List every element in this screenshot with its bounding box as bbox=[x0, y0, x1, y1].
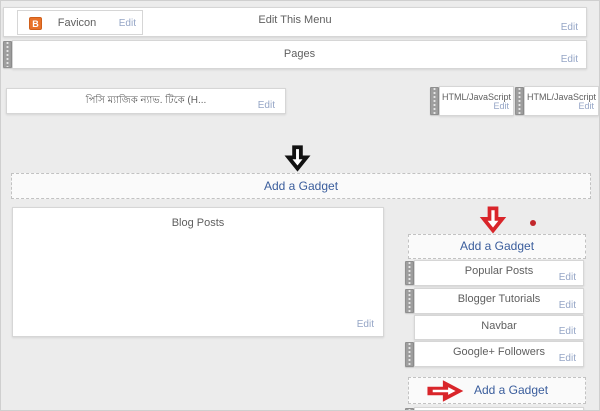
navbar-edit-link[interactable]: Edit bbox=[559, 326, 576, 337]
blogger-tutorials-edit-link[interactable]: Edit bbox=[559, 300, 576, 311]
blog-posts-edit-link[interactable]: Edit bbox=[357, 319, 374, 330]
popular-posts-edit-link[interactable]: Edit bbox=[559, 272, 576, 283]
html-widget-1[interactable]: HTML/JavaScript Edit bbox=[439, 86, 514, 116]
nav-widget-edit-link[interactable]: Edit bbox=[258, 100, 275, 111]
nav-widget[interactable]: পিসি ম্যাজিক ন্যাভ. টিকে (H... Edit bbox=[6, 88, 286, 114]
html-widget-2-drag-handle[interactable] bbox=[515, 87, 524, 115]
black-down-arrow-icon bbox=[284, 145, 311, 172]
pages-drag-handle[interactable] bbox=[3, 41, 12, 68]
blog-posts-title: Blog Posts bbox=[171, 217, 225, 229]
popular-posts-widget[interactable]: Popular Posts Edit bbox=[414, 260, 584, 286]
blogger-tutorials-drag-handle[interactable] bbox=[405, 289, 414, 313]
google-plus-followers-widget[interactable]: Google+ Followers Edit bbox=[414, 341, 584, 367]
blogger-layout-editor: Edit This Menu Edit B Favicon Edit Pages… bbox=[0, 0, 600, 411]
html-widget-2-edit-link[interactable]: Edit bbox=[578, 101, 594, 111]
header-menu-section[interactable]: Edit This Menu Edit B Favicon Edit bbox=[3, 7, 587, 37]
favicon-edit-link[interactable]: Edit bbox=[119, 18, 136, 29]
favicon-widget-title: Favicon bbox=[57, 17, 97, 29]
blog-posts-widget[interactable]: Blog Posts Edit bbox=[12, 207, 384, 337]
partial-widget[interactable] bbox=[414, 407, 584, 410]
main-add-gadget-box[interactable]: Add a Gadget bbox=[11, 173, 591, 199]
html-widget-2[interactable]: HTML/JavaScript Edit bbox=[524, 86, 599, 116]
html-widget-1-edit-link[interactable]: Edit bbox=[493, 101, 509, 111]
sidebar-add-gadget-top-link[interactable]: Add a Gadget bbox=[460, 239, 534, 253]
sidebar-add-gadget-top-box[interactable]: Add a Gadget bbox=[408, 234, 586, 259]
pages-edit-link[interactable]: Edit bbox=[561, 54, 578, 65]
header-menu-edit-link[interactable]: Edit bbox=[561, 22, 578, 33]
sidebar-add-gadget-bottom-link[interactable]: Add a Gadget bbox=[474, 383, 548, 397]
red-right-arrow-icon bbox=[427, 380, 464, 402]
pages-widget-title: Pages bbox=[283, 48, 316, 60]
red-dot-annotation bbox=[530, 220, 536, 226]
blogger-b-icon: B bbox=[29, 17, 42, 30]
google-plus-followers-edit-link[interactable]: Edit bbox=[559, 353, 576, 364]
favicon-widget[interactable]: B Favicon Edit bbox=[17, 10, 143, 35]
nav-widget-title: পিসি ম্যাজিক ন্যাভ. টিকে (H... bbox=[85, 95, 207, 106]
pages-widget[interactable]: Pages Edit bbox=[12, 40, 587, 69]
google-plus-followers-drag-handle[interactable] bbox=[405, 342, 414, 367]
blogger-tutorials-widget[interactable]: Blogger Tutorials Edit bbox=[414, 288, 584, 314]
red-down-arrow-icon bbox=[479, 206, 507, 234]
html-widget-1-drag-handle[interactable] bbox=[430, 87, 439, 115]
main-add-gadget-link[interactable]: Add a Gadget bbox=[264, 179, 338, 193]
navbar-widget[interactable]: Navbar Edit bbox=[414, 315, 584, 340]
popular-posts-drag-handle[interactable] bbox=[405, 261, 414, 285]
